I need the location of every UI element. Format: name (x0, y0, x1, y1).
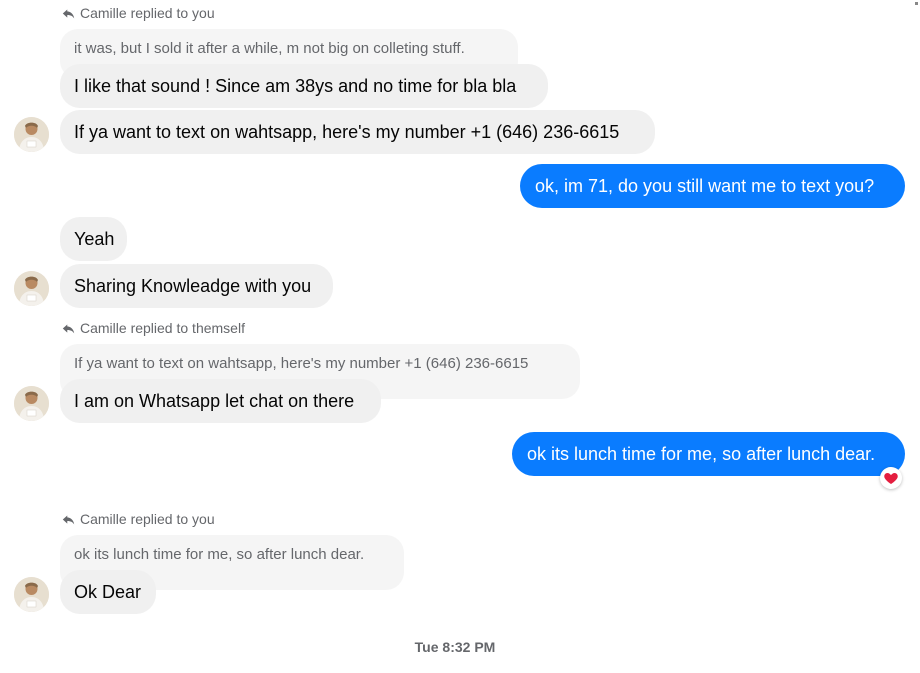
avatar-photo-icon (14, 577, 49, 612)
reply-hint: Camille replied to you (62, 4, 215, 22)
incoming-message[interactable]: I am on Whatsapp let chat on there (60, 379, 381, 423)
quoted-message-text: it was, but I sold it after a while, m n… (74, 40, 465, 57)
reply-hint: Camille replied to you (62, 510, 215, 528)
quoted-message-text: ok its lunch time for me, so after lunch… (74, 546, 365, 563)
contact-avatar[interactable] (14, 386, 49, 421)
contact-avatar[interactable] (14, 577, 49, 612)
incoming-message[interactable]: Sharing Knowleadge with you (60, 264, 333, 308)
message-text: Yeah (74, 228, 115, 249)
message-text: Ok Dear (74, 581, 142, 602)
message-text: I like that sound ! Since am 38ys and no… (74, 75, 517, 96)
reaction-badge[interactable] (880, 467, 902, 489)
message-text: Sharing Knowleadge with you (74, 275, 312, 296)
message-text: ok, im 71, do you still want me to text … (535, 175, 875, 196)
avatar-photo-icon (14, 386, 49, 421)
incoming-message[interactable]: If ya want to text on wahtsapp, here's m… (60, 110, 655, 154)
message-text: If ya want to text on wahtsapp, here's m… (74, 121, 620, 142)
timestamp-divider: Tue 8:32 PM (414, 639, 496, 655)
reply-hint-text: Camille replied to you (80, 5, 215, 21)
contact-avatar[interactable] (14, 117, 49, 152)
quoted-message-text: If ya want to text on wahtsapp, here's m… (74, 355, 529, 372)
incoming-message[interactable]: I like that sound ! Since am 38ys and no… (60, 64, 548, 108)
outgoing-message[interactable]: ok, im 71, do you still want me to text … (520, 164, 905, 208)
reply-arrow-icon (62, 323, 75, 333)
reply-hint-text: Camille replied to you (80, 511, 215, 527)
avatar-photo-icon (14, 117, 49, 152)
reply-hint: Camille replied to themself (62, 319, 245, 337)
window-edge-mark (915, 2, 918, 5)
message-text: I am on Whatsapp let chat on there (74, 390, 355, 411)
reply-arrow-icon (62, 514, 75, 524)
outgoing-message[interactable]: ok its lunch time for me, so after lunch… (512, 432, 905, 476)
message-text: ok its lunch time for me, so after lunch… (527, 443, 876, 464)
heart-icon (884, 473, 898, 484)
avatar-photo-icon (14, 271, 49, 306)
reply-arrow-icon (62, 8, 75, 18)
contact-avatar[interactable] (14, 271, 49, 306)
incoming-message[interactable]: Yeah (60, 217, 127, 261)
incoming-message[interactable]: Ok Dear (60, 570, 156, 614)
reply-hint-text: Camille replied to themself (80, 320, 245, 336)
